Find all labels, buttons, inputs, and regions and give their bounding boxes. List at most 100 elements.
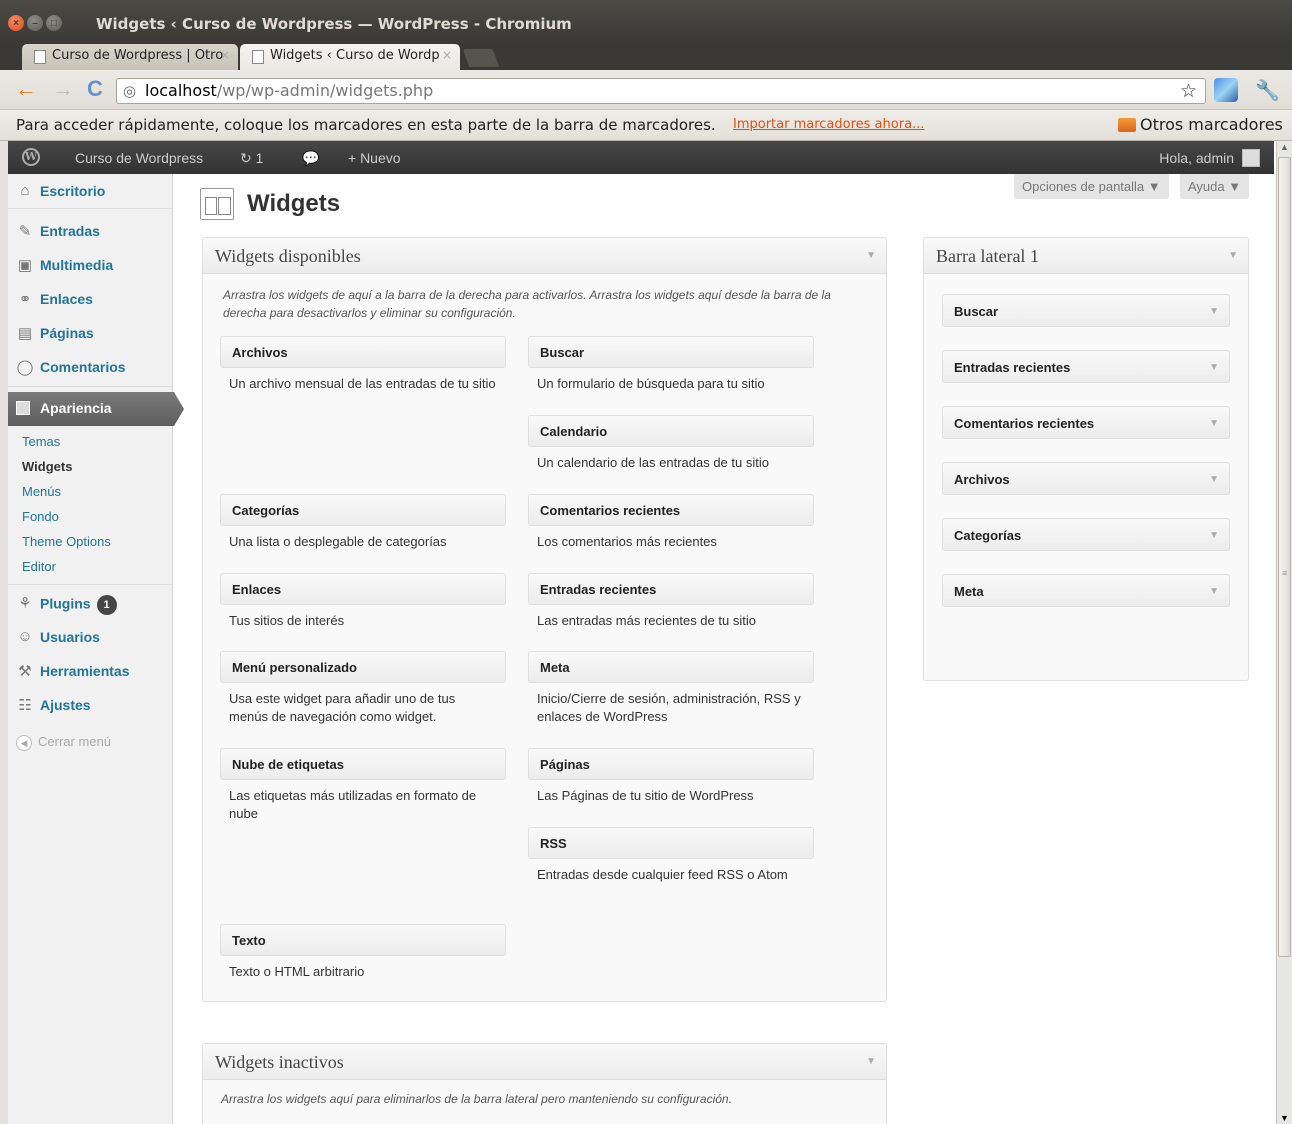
widget-title[interactable]: Entradas recientes — [528, 573, 814, 605]
avatar[interactable] — [1242, 149, 1260, 167]
submenu-item-theme-options[interactable]: Theme Options — [22, 534, 111, 549]
widget-title[interactable]: Calendario — [528, 415, 814, 447]
scroll-up-arrow-icon[interactable]: ▲ — [1280, 142, 1289, 152]
wrench-menu-icon[interactable]: 🔧 — [1255, 78, 1280, 103]
widget-paginas[interactable]: Páginas Las Páginas de tu sitio de WordP… — [528, 748, 814, 805]
reload-icon[interactable]: C — [87, 78, 103, 100]
menu-item-apariencia[interactable]: Apariencia — [8, 392, 184, 426]
expand-arrow-icon[interactable]: ▼ — [1209, 474, 1219, 485]
widget-title[interactable]: Páginas — [528, 748, 814, 780]
back-arrow-icon[interactable]: ← — [15, 78, 37, 100]
updates-link[interactable]: ↻ 1 — [240, 150, 263, 167]
bookmark-star-icon[interactable]: ☆ — [1180, 80, 1197, 103]
sidebar-widget-entradas-recientes[interactable]: Entradas recientes ▼ — [942, 350, 1230, 383]
window-maximize-button[interactable]: □ — [46, 15, 62, 31]
widget-title[interactable]: Texto — [220, 924, 506, 956]
window-minimize-button[interactable]: – — [27, 15, 43, 31]
browser-tab-1[interactable]: Curso de Wordpress | Otro × — [22, 44, 238, 70]
available-widgets-header[interactable]: Widgets disponibles ▼ — [203, 238, 886, 274]
new-tab-button[interactable] — [462, 49, 500, 67]
widget-archivos[interactable]: Archivos Un archivo mensual de las entra… — [220, 336, 506, 393]
window-close-button[interactable]: × — [8, 15, 24, 31]
widget-title[interactable]: Enlaces — [220, 573, 506, 605]
menu-item-escritorio[interactable]: ⌂ Escritorio — [8, 174, 173, 208]
toggle-arrow-icon[interactable]: ▼ — [866, 1056, 876, 1067]
menu-item-plugins[interactable]: ⚘ Plugins 1 — [8, 586, 173, 620]
panel-title: Barra lateral 1 — [936, 246, 1039, 266]
available-widgets-panel: Widgets disponibles ▼ Arrastra los widge… — [202, 237, 887, 1002]
screen-options-button[interactable]: Opciones de pantalla ▼ — [1014, 174, 1169, 199]
sidebar-widget-comentarios-recientes[interactable]: Comentarios recientes ▼ — [942, 406, 1230, 439]
widget-title[interactable]: Categorías — [220, 494, 506, 526]
widget-categorias[interactable]: Categorías Una lista o desplegable de ca… — [220, 494, 506, 551]
browser-tab-2-active[interactable]: Widgets ‹ Curso de Wordp × — [240, 44, 460, 70]
submenu-item-menus[interactable]: Menús — [22, 484, 61, 499]
widget-title[interactable]: Meta — [528, 651, 814, 683]
sidebar-1-header[interactable]: Barra lateral 1 ▼ — [924, 238, 1248, 274]
tab-close-icon[interactable]: × — [220, 48, 230, 62]
submenu-item-editor[interactable]: Editor — [22, 559, 56, 574]
widget-menu-personalizado[interactable]: Menú personalizado Usa este widget para … — [220, 651, 506, 726]
menu-item-ajustes[interactable]: ☷ Ajustes — [8, 688, 173, 722]
wordpress-logo-icon[interactable]: W — [22, 148, 40, 166]
new-content-link[interactable]: + Nuevo — [348, 150, 401, 166]
widget-nube-de-etiquetas[interactable]: Nube de etiquetas Las etiquetas más util… — [220, 748, 506, 823]
plugins-update-badge: 1 — [96, 595, 117, 615]
address-bar[interactable]: ◎ localhost/wp/wp-admin/widgets.php ☆ — [116, 78, 1206, 104]
url-path: /wp/wp-admin/widgets.php — [216, 81, 434, 100]
widget-description: Los comentarios más recientes — [537, 534, 717, 549]
collapse-menu-button[interactable]: ◀ Cerrar menú — [16, 734, 111, 751]
sidebar-widget-categorias[interactable]: Categorías ▼ — [942, 518, 1230, 551]
widget-title[interactable]: Archivos — [220, 336, 506, 368]
submenu-item-widgets[interactable]: Widgets — [22, 459, 72, 474]
menu-item-paginas[interactable]: ▤ Páginas — [8, 316, 173, 350]
widget-enlaces[interactable]: Enlaces Tus sitios de interés — [220, 573, 506, 630]
menu-item-herramientas[interactable]: ⚒ Herramientas — [8, 654, 173, 688]
tab-close-icon[interactable]: × — [442, 48, 452, 62]
inactive-widgets-header[interactable]: Widgets inactivos ▼ — [203, 1044, 886, 1080]
forward-arrow-icon[interactable]: → — [52, 78, 74, 100]
page-info-icon[interactable]: ◎ — [123, 82, 136, 100]
menu-item-usuarios[interactable]: ☺ Usuarios — [8, 620, 173, 654]
expand-arrow-icon[interactable]: ▼ — [1209, 362, 1219, 373]
widget-buscar[interactable]: Buscar Un formulario de búsqueda para tu… — [528, 336, 814, 393]
toggle-arrow-icon[interactable]: ▼ — [1228, 250, 1238, 261]
other-bookmarks-button[interactable]: Otros marcadores — [1118, 115, 1283, 134]
scroll-down-arrow-icon[interactable]: ▼ — [1280, 1113, 1289, 1123]
widget-title[interactable]: Nube de etiquetas — [220, 748, 506, 780]
page-scrollbar[interactable]: ▲ ≡ ▼ — [1276, 141, 1292, 1124]
menu-item-enlaces[interactable]: ⚭ Enlaces — [8, 282, 173, 316]
plugins-icon: ⚘ — [18, 595, 32, 612]
menu-item-comentarios[interactable]: ◯ Comentarios — [8, 350, 173, 384]
widget-rss[interactable]: RSS Entradas desde cualquier feed RSS o … — [528, 827, 814, 884]
expand-arrow-icon[interactable]: ▼ — [1209, 418, 1219, 429]
extension-icon[interactable] — [1214, 78, 1238, 102]
menu-item-multimedia[interactable]: ▣ Multimedia — [8, 248, 173, 282]
menu-item-entradas[interactable]: ✎ Entradas — [8, 214, 173, 248]
widget-title[interactable]: Menú personalizado — [220, 651, 506, 683]
site-name-link[interactable]: Curso de Wordpress — [75, 150, 203, 166]
comments-icon[interactable]: 💬 — [302, 150, 319, 167]
widget-comentarios-recientes[interactable]: Comentarios recientes Los comentarios má… — [528, 494, 814, 551]
greeting-account-link[interactable]: Hola, admin — [1159, 150, 1234, 166]
help-button[interactable]: Ayuda ▼ — [1180, 174, 1250, 199]
expand-arrow-icon[interactable]: ▼ — [1209, 586, 1219, 597]
toggle-arrow-icon[interactable]: ▼ — [866, 250, 876, 261]
widget-meta[interactable]: Meta Inicio/Cierre de sesión, administra… — [528, 651, 814, 726]
sidebar-widget-meta[interactable]: Meta ▼ — [942, 574, 1230, 607]
submenu-item-temas[interactable]: Temas — [22, 434, 60, 449]
expand-arrow-icon[interactable]: ▼ — [1209, 530, 1219, 541]
widget-texto[interactable]: Texto Texto o HTML arbitrario — [220, 924, 506, 981]
widget-entradas-recientes[interactable]: Entradas recientes Las entradas más reci… — [528, 573, 814, 630]
widget-title[interactable]: RSS — [528, 827, 814, 859]
url-text[interactable]: localhost/wp/wp-admin/widgets.php — [145, 81, 433, 100]
submenu-item-fondo[interactable]: Fondo — [22, 509, 59, 524]
scrollbar-thumb[interactable]: ≡ — [1278, 157, 1291, 957]
expand-arrow-icon[interactable]: ▼ — [1209, 306, 1219, 317]
widget-title[interactable]: Buscar — [528, 336, 814, 368]
sidebar-widget-buscar[interactable]: Buscar ▼ — [942, 294, 1230, 327]
import-bookmarks-link[interactable]: Importar marcadores ahora... — [733, 117, 924, 132]
widget-title[interactable]: Comentarios recientes — [528, 494, 814, 526]
widget-calendario[interactable]: Calendario Un calendario de las entradas… — [528, 415, 814, 472]
sidebar-widget-archivos[interactable]: Archivos ▼ — [942, 462, 1230, 495]
